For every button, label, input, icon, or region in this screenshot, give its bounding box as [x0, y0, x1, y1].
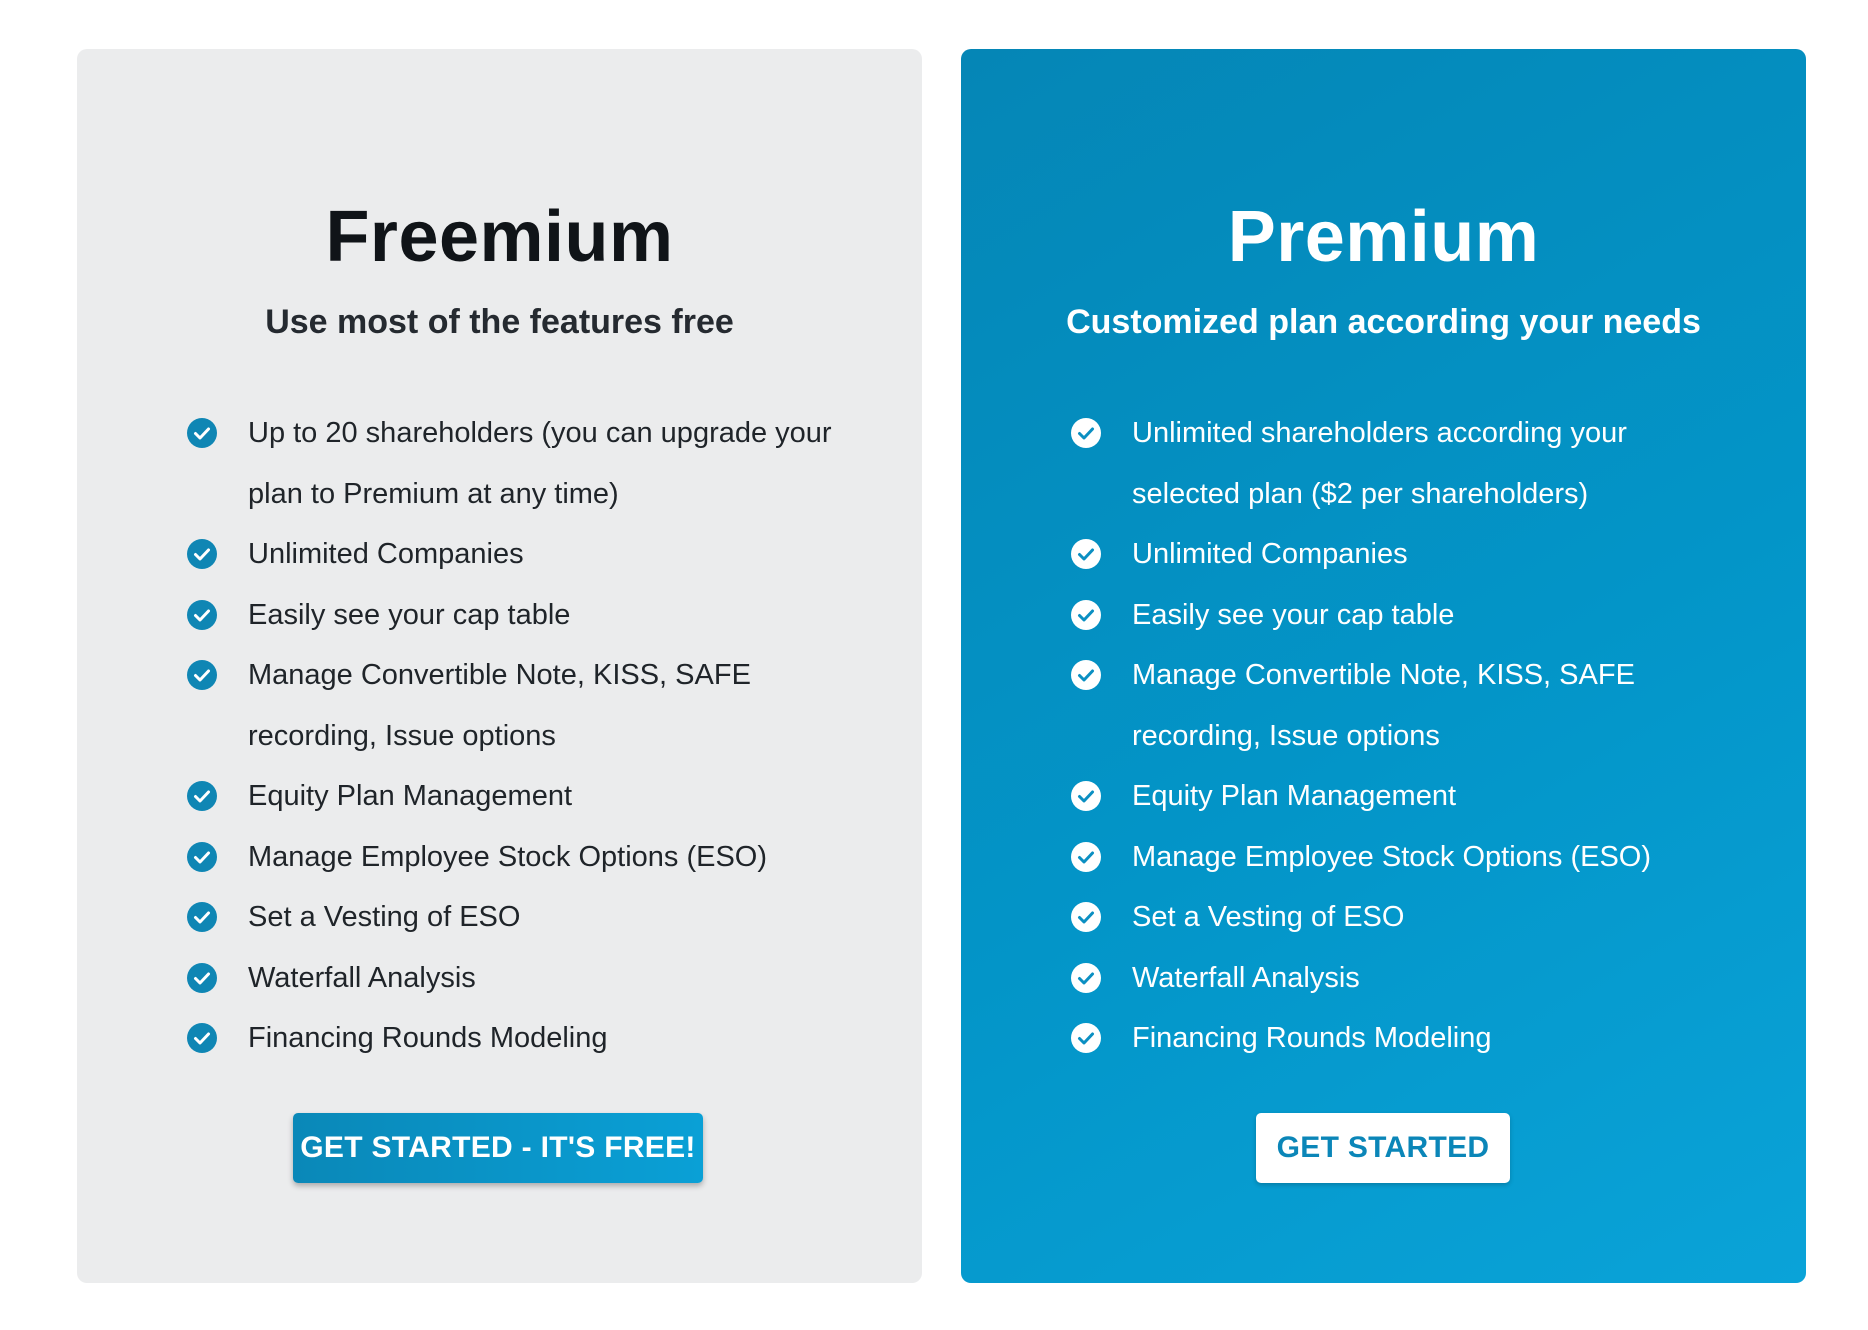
- feature-label: Waterfall Analysis: [1132, 961, 1360, 994]
- check-circle-icon: [187, 599, 217, 630]
- feature-label: Manage Convertible Note, KISS, SAFE reco…: [1132, 659, 1635, 752]
- feature-label: Equity Plan Management: [248, 780, 573, 812]
- check-circle-icon: [187, 781, 217, 811]
- feature-label: Manage Employee Stock Options (ESO): [248, 840, 768, 873]
- plan-title: Freemium: [325, 197, 674, 277]
- feature-item: Set a Vesting of ESO: [187, 887, 837, 948]
- feature-item: Manage Employee Stock Options (ESO): [187, 827, 837, 888]
- feature-item: Manage Convertible Note, KISS, SAFE reco…: [1071, 645, 1721, 766]
- check-circle-icon: [187, 539, 217, 569]
- check-circle-icon: [1071, 902, 1101, 932]
- plan-title: Premium: [1227, 197, 1540, 277]
- feature-item: Equity Plan Management: [1071, 766, 1721, 827]
- feature-label: Manage Convertible Note, KISS, SAFE reco…: [248, 659, 751, 752]
- check-circle-icon: [1071, 418, 1101, 448]
- check-circle-icon: [187, 962, 217, 993]
- plan-subtitle: Use most of the features free: [265, 303, 734, 341]
- freemium-plan-card: Freemium Use most of the features free U…: [77, 49, 922, 1283]
- feature-item: Easily see your cap table: [187, 585, 837, 646]
- feature-label: Unlimited Companies: [1132, 538, 1408, 570]
- feature-label: Unlimited Companies: [248, 538, 524, 570]
- check-circle-icon: [1071, 660, 1101, 690]
- feature-item: Easily see your cap table: [1071, 585, 1721, 646]
- feature-item: Waterfall Analysis: [1071, 948, 1721, 1009]
- feature-item: Equity Plan Management: [187, 766, 837, 827]
- check-circle-icon: [1071, 841, 1101, 872]
- plan-subtitle: Customized plan according your needs: [1066, 303, 1701, 341]
- feature-label: Easily see your cap table: [248, 598, 571, 631]
- feature-item: Manage Convertible Note, KISS, SAFE reco…: [187, 645, 837, 766]
- check-circle-icon: [187, 418, 217, 448]
- feature-item: Waterfall Analysis: [187, 948, 837, 1009]
- feature-item: Up to 20 shareholders (you can upgrade y…: [187, 403, 837, 524]
- feature-list: Unlimited shareholders according your se…: [1071, 403, 1721, 1069]
- premium-plan-card: Premium Customized plan according your n…: [961, 49, 1806, 1283]
- feature-item: Set a Vesting of ESO: [1071, 887, 1721, 948]
- check-circle-icon: [187, 841, 217, 872]
- feature-item: Unlimited shareholders according your se…: [1071, 403, 1721, 524]
- check-circle-icon: [1071, 962, 1101, 993]
- feature-item: Unlimited Companies: [187, 524, 837, 585]
- check-circle-icon: [187, 902, 217, 932]
- feature-label: Unlimited shareholders according your se…: [1132, 417, 1627, 510]
- feature-label: Set a Vesting of ESO: [1132, 901, 1405, 933]
- feature-list: Up to 20 shareholders (you can upgrade y…: [187, 403, 837, 1069]
- feature-label: Waterfall Analysis: [248, 961, 476, 994]
- feature-label: Set a Vesting of ESO: [248, 901, 521, 933]
- feature-label: Financing Rounds Modeling: [1132, 1022, 1492, 1054]
- check-circle-icon: [187, 660, 217, 690]
- check-circle-icon: [1071, 539, 1101, 569]
- check-circle-icon: [187, 1023, 217, 1053]
- feature-item: Unlimited Companies: [1071, 524, 1721, 585]
- check-circle-icon: [1071, 599, 1101, 630]
- get-started-button[interactable]: GET STARTED: [1256, 1113, 1510, 1183]
- feature-item: Manage Employee Stock Options (ESO): [1071, 827, 1721, 888]
- feature-label: Equity Plan Management: [1132, 780, 1457, 812]
- check-circle-icon: [1071, 1023, 1101, 1053]
- feature-item: Financing Rounds Modeling: [1071, 1008, 1721, 1069]
- feature-label: Manage Employee Stock Options (ESO): [1132, 840, 1652, 873]
- get-started-free-button[interactable]: GET STARTED - IT'S FREE!: [293, 1113, 703, 1183]
- feature-label: Easily see your cap table: [1132, 598, 1455, 631]
- feature-label: Financing Rounds Modeling: [248, 1022, 608, 1054]
- check-circle-icon: [1071, 781, 1101, 811]
- feature-label: Up to 20 shareholders (you can upgrade y…: [248, 417, 832, 510]
- feature-item: Financing Rounds Modeling: [187, 1008, 837, 1069]
